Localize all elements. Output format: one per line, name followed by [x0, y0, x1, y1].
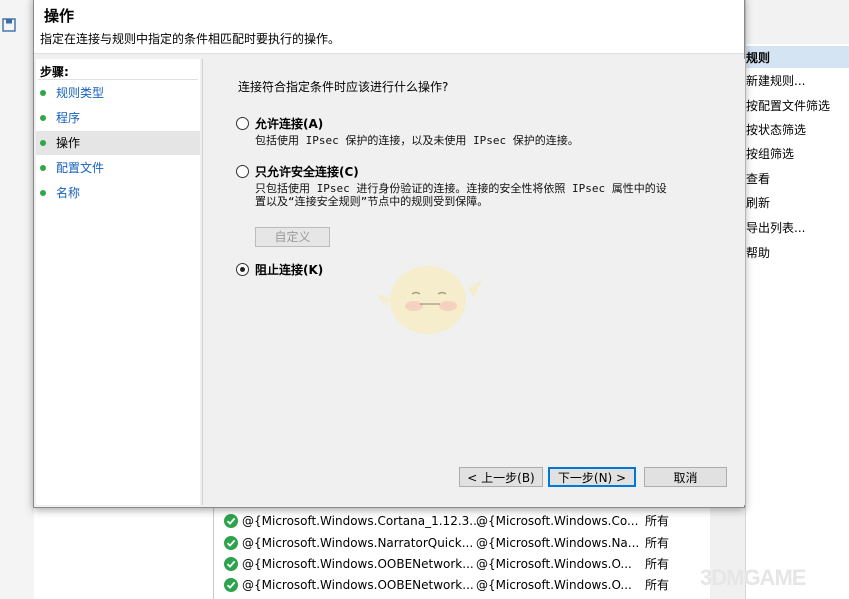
allow-secure-label[interactable]: 只允许安全连接(C) [255, 163, 359, 180]
actions-header-label: 规则 [746, 51, 771, 65]
step-profile[interactable]: 配置文件 [36, 156, 200, 180]
actions-panel-header: 规则 [746, 46, 849, 68]
table-row[interactable]: @{Microsoft.Windows.Cortana_1.12.3... @{… [214, 511, 711, 532]
actions-panel-top [746, 0, 849, 44]
rule-name: @{Microsoft.Windows.Cortana_1.12.3... [242, 514, 481, 528]
actions-panel: 规则 新建规则... 按配置文件筛选 按状态筛选 按组筛选 查看 刷新 导出列表… [745, 0, 849, 599]
mascot-watermark-icon [376, 266, 482, 334]
enabled-check-icon [224, 514, 238, 528]
step-program[interactable]: 程序 [36, 106, 200, 130]
step-bullet-icon [40, 165, 46, 171]
action-question: 连接符合指定条件时应该进行什么操作? [238, 80, 449, 94]
rules-table: @{Microsoft.Windows.Cortana_1.12.3... @{… [213, 508, 712, 599]
enabled-check-icon [224, 557, 238, 571]
rule-group: @{Microsoft.Windows.O... [476, 578, 632, 592]
allow-radio[interactable] [236, 117, 249, 130]
dialog-header: 操作 指定在连接与规则中指定的条件相匹配时要执行的操作。 [34, 0, 744, 54]
step-bullet-icon [40, 190, 46, 196]
block-label[interactable]: 阻止连接(K) [255, 261, 323, 278]
rule-profile: 所有 [645, 514, 670, 528]
action-export-list[interactable]: 导出列表... [746, 217, 805, 239]
watermark-logo: 3DMGAME [700, 565, 806, 590]
allow-secure-radio[interactable] [236, 165, 249, 178]
step-action[interactable]: 操作 [36, 131, 200, 155]
customize-button[interactable]: 自定义 [255, 227, 330, 247]
action-refresh[interactable]: 刷新 [746, 192, 770, 214]
step-label: 操作 [56, 136, 81, 150]
cancel-button[interactable]: 取消 [644, 467, 727, 487]
allow-description: 包括使用 IPsec 保护的连接，以及未使用 IPsec 保护的连接。 [255, 134, 579, 147]
rule-name: @{Microsoft.Windows.OOBENetwork... [242, 578, 474, 592]
step-label: 程序 [56, 111, 81, 125]
rule-group: @{Microsoft.Windows.Na... [476, 536, 640, 550]
allow-secure-description-line2: 置以及“连接安全规则”节点中的规则受到保障。 [255, 195, 489, 208]
wizard-steps-panel: 步骤: 规则类型 程序 操作 配置文件 名称 [36, 59, 200, 505]
step-name[interactable]: 名称 [36, 181, 200, 205]
rule-group: @{Microsoft.Windows.O... [476, 557, 632, 571]
next-button[interactable]: 下一步(N) > [548, 467, 636, 487]
enabled-check-icon [224, 578, 238, 592]
action-filter-state[interactable]: 按状态筛选 [746, 119, 806, 141]
rule-profile: 所有 [645, 557, 670, 571]
step-label: 名称 [56, 186, 81, 200]
enabled-check-icon [224, 536, 238, 550]
dialog-subtitle: 指定在连接与规则中指定的条件相匹配时要执行的操作。 [40, 32, 341, 46]
dialog-title: 操作 [44, 7, 75, 25]
rule-profile: 所有 [645, 536, 670, 550]
steps-header: 步骤: [40, 65, 69, 79]
rule-name: @{Microsoft.Windows.OOBENetwork... [242, 557, 474, 571]
table-row[interactable]: @{Microsoft.Windows.OOBENetwork... @{Mic… [214, 554, 711, 575]
steps-divider [38, 79, 198, 80]
rule-group: @{Microsoft.Windows.Co... [476, 514, 639, 528]
step-label: 配置文件 [56, 161, 105, 175]
main-window-left-strip [0, 0, 34, 599]
allow-secure-description-line1: 只包括使用 IPsec 进行身份验证的连接。连接的安全性将依照 IPsec 属性… [255, 182, 667, 195]
action-filter-group[interactable]: 按组筛选 [746, 143, 794, 165]
step-label: 规则类型 [56, 86, 105, 100]
step-bullet-icon [40, 90, 46, 96]
save-icon[interactable] [2, 18, 16, 32]
action-filter-profile[interactable]: 按配置文件筛选 [746, 95, 830, 117]
step-bullet-icon [40, 115, 46, 121]
action-view[interactable]: 查看 [746, 168, 770, 190]
step-bullet-icon [40, 140, 46, 146]
step-rule-type[interactable]: 规则类型 [36, 81, 200, 105]
action-help[interactable]: 帮助 [746, 242, 770, 264]
rule-name: @{Microsoft.Windows.NarratorQuick... [242, 536, 474, 550]
rule-profile: 所有 [645, 578, 670, 592]
table-row[interactable]: @{Microsoft.Windows.NarratorQuick... @{M… [214, 533, 711, 554]
action-new-rule[interactable]: 新建规则... [746, 70, 805, 92]
allow-label[interactable]: 允许连接(A) [255, 115, 323, 132]
back-button[interactable]: < 上一步(B) [459, 467, 543, 487]
table-row[interactable]: @{Microsoft.Windows.OOBENetwork... @{Mic… [214, 575, 711, 596]
block-radio[interactable] [236, 263, 249, 276]
